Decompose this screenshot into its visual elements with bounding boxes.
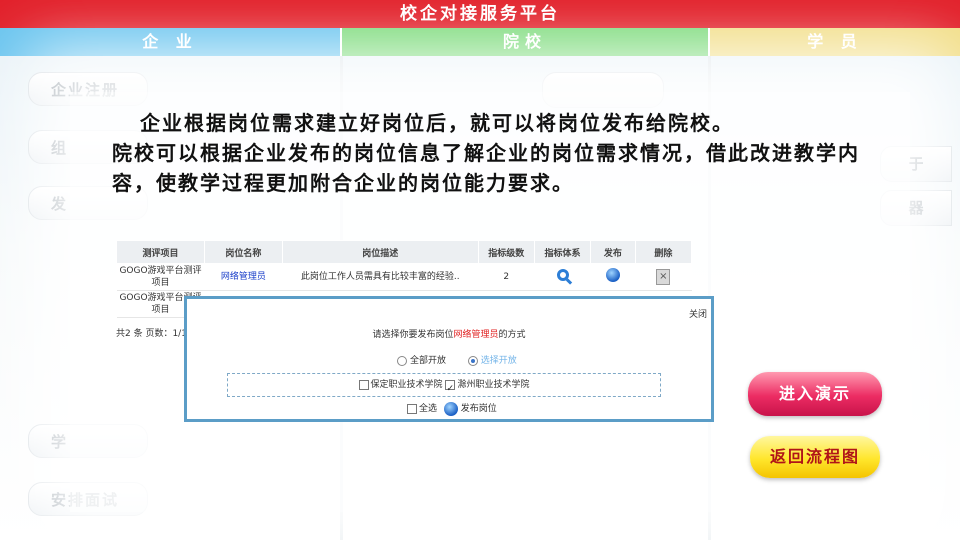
prompt-position-name: 网络管理员 (453, 330, 499, 340)
select-all-label: 全选 (419, 404, 438, 414)
table-header-row: 测评项目 岗位名称 岗位描述 指标级数 指标体系 发布 删除 (116, 240, 693, 264)
cell-publish (590, 263, 636, 291)
cell-position-link[interactable]: 网络管理员 (204, 263, 283, 291)
prompt-text: 请选择你要发布岗位 (372, 330, 454, 340)
dialog-actions: 全选 发布岗位 (407, 401, 497, 416)
column-header: 指标体系 (533, 240, 592, 264)
tab-college[interactable]: 院校 (342, 28, 710, 56)
cell-delete: × (635, 263, 692, 291)
cell-description: 此岗位工作人员需具有比较丰富的经验.. (282, 263, 479, 291)
narration-paragraph-2: 院校可以根据企业发布的岗位信息了解企业的岗位需求情况，借此改进教学内容，使教学过… (112, 141, 860, 195)
column-header: 发布 (590, 240, 636, 264)
dialog-close-button[interactable]: 关闭 (689, 307, 707, 320)
column-header: 测评项目 (116, 240, 205, 264)
checkbox-select-all[interactable] (407, 403, 417, 414)
publish-dialog: 关闭 请选择你要发布岗位网络管理员的方式 全部开放 选择开放 保定职业技术学院 … (184, 296, 714, 422)
narration-paragraph-1: 企业根据岗位需求建立好岗位后，就可以将岗位发布给院校。 (140, 111, 734, 135)
checkbox-school-2[interactable] (445, 378, 456, 400)
cell-index-system (534, 263, 591, 291)
search-icon[interactable] (556, 269, 569, 281)
tab-student[interactable]: 学 员 (710, 28, 960, 56)
globe-publish-icon[interactable] (605, 268, 620, 282)
enter-demo-button[interactable]: 进入演示 (748, 372, 882, 416)
column-header: 岗位名称 (204, 240, 283, 264)
narration-text: 企业根据岗位需求建立好岗位后，就可以将岗位发布给院校。 院校可以根据企业发布的岗… (112, 108, 872, 198)
table-pager: 共2 条 页数：1/1 (116, 329, 187, 339)
publish-position-button[interactable]: 发布岗位 (461, 404, 497, 414)
school-list: 保定职业技术学院 滁州职业技术学院 (227, 373, 661, 400)
radio-select-open[interactable] (467, 355, 478, 366)
checkbox-school-1[interactable] (358, 379, 369, 390)
tab-enterprise[interactable]: 企 业 (0, 28, 342, 56)
column-header: 指标级数 (477, 240, 535, 264)
role-tabs: 企 业 院校 学 员 (0, 28, 960, 56)
column-header: 岗位描述 (281, 240, 479, 264)
back-to-flowchart-button[interactable]: 返回流程图 (750, 436, 880, 478)
radio-select-open-label: 选择开放 (480, 356, 517, 366)
dialog-prompt: 请选择你要发布岗位网络管理员的方式 (187, 327, 711, 340)
prompt-text: 的方式 (498, 330, 526, 340)
radio-all-open-label: 全部开放 (410, 356, 447, 366)
globe-publish-icon[interactable] (443, 401, 458, 416)
publish-mode-radios: 全部开放 选择开放 (397, 353, 517, 366)
cell-project: GOGO游戏平台测评项目 (116, 263, 205, 291)
school-2-label: 滁州职业技术学院 (457, 380, 530, 390)
table-row: GOGO游戏平台测评项目 网络管理员 此岗位工作人员需具有比较丰富的经验.. 2… (116, 263, 692, 291)
radio-all-open[interactable] (397, 355, 407, 366)
school-1-label: 保定职业技术学院 (370, 380, 443, 390)
delete-icon[interactable]: × (656, 269, 671, 285)
column-header: 删除 (634, 240, 693, 264)
cell-level: 2 (478, 263, 535, 291)
app-title: 校企对接服务平台 (0, 0, 960, 28)
